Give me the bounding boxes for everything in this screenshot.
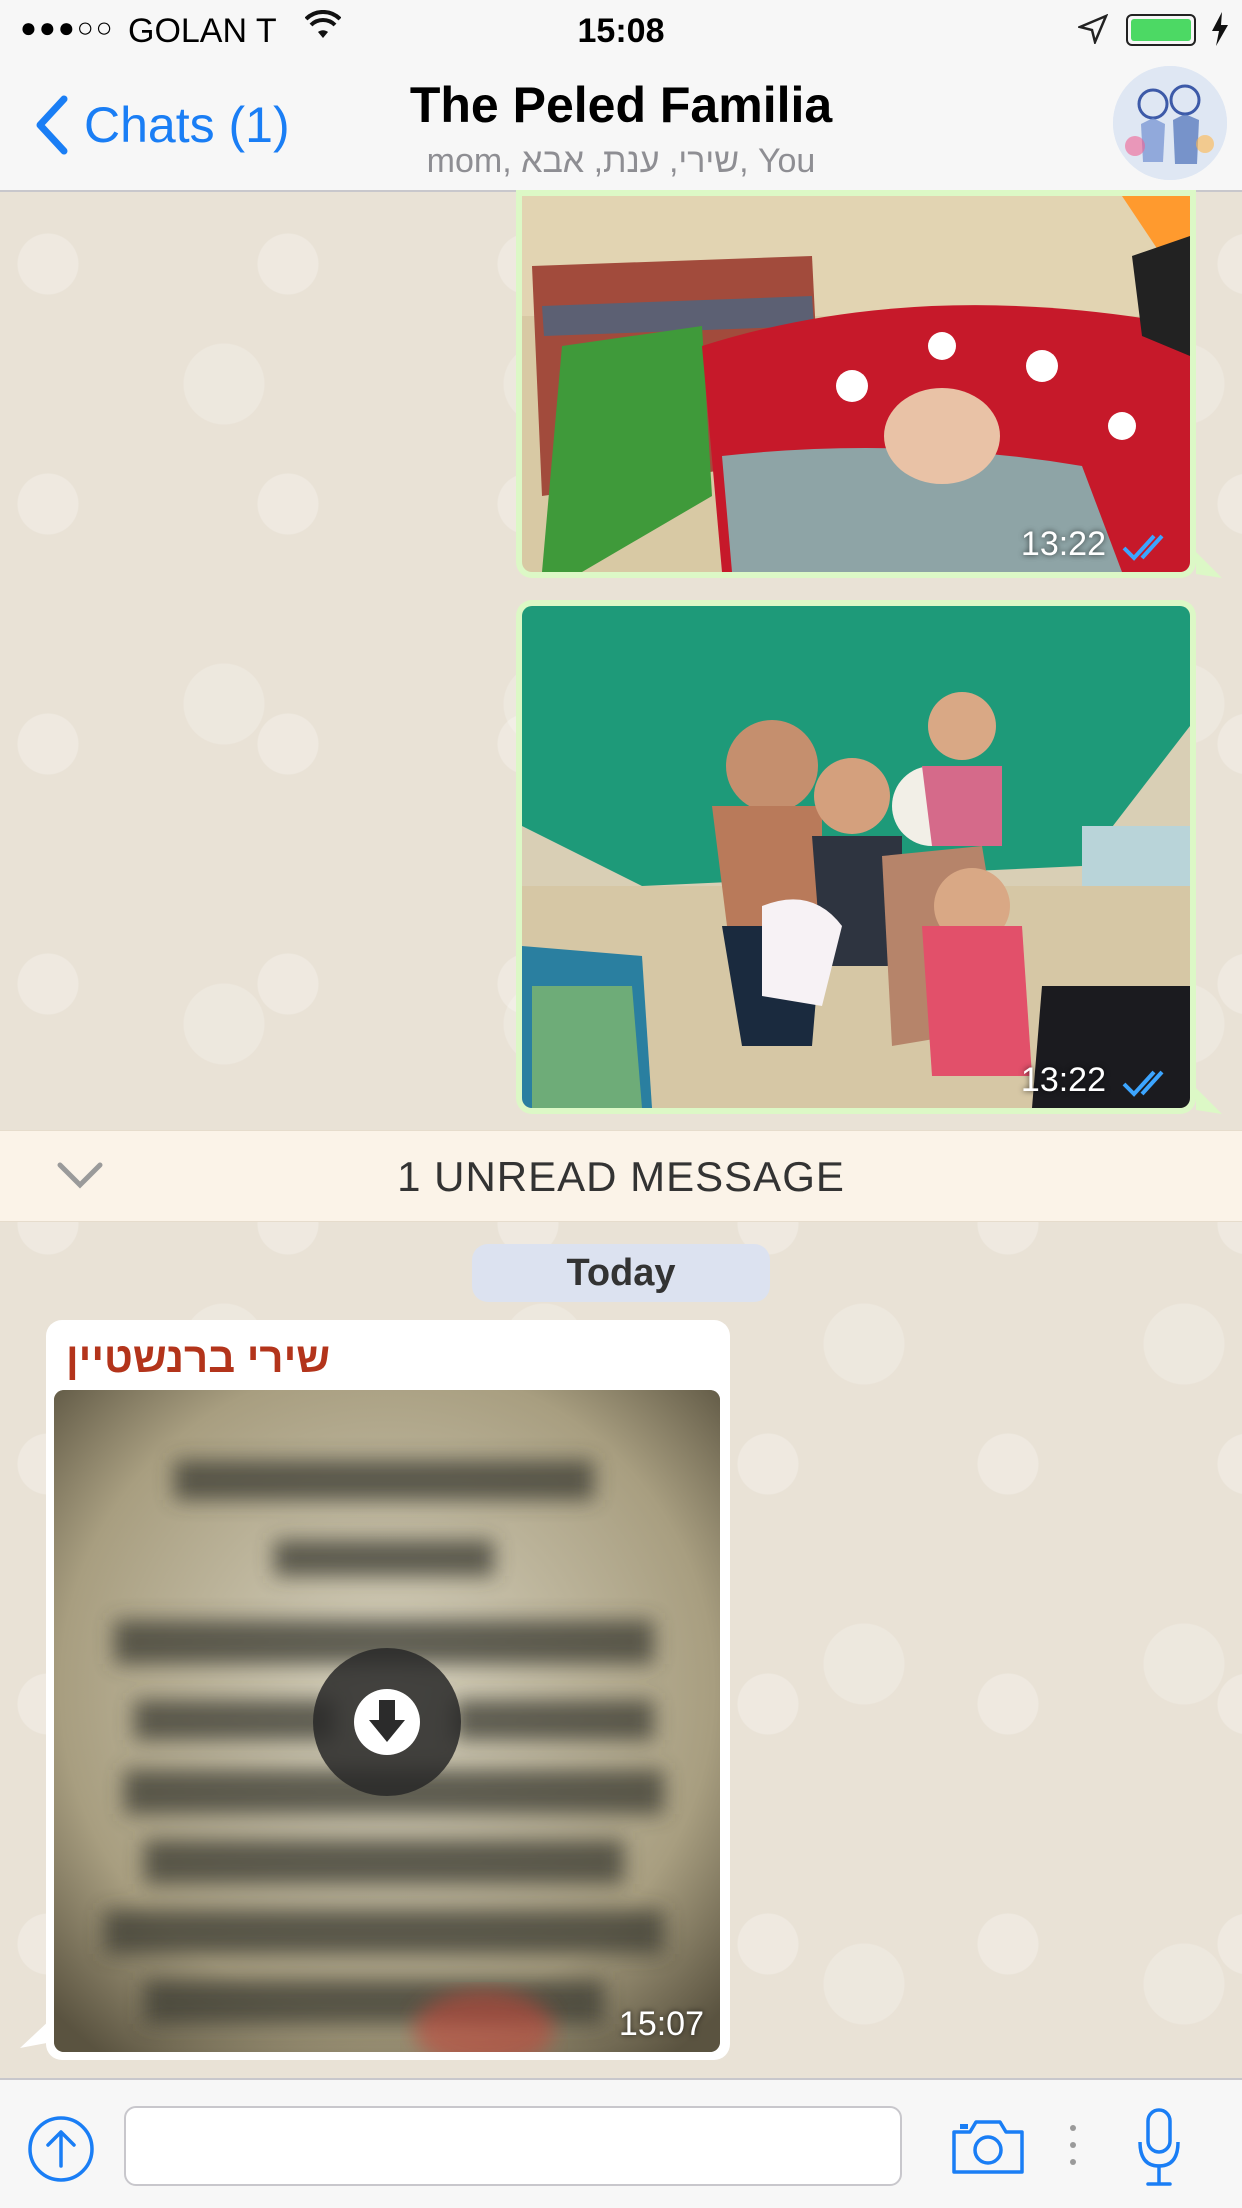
microphone-icon[interactable] <box>1136 2106 1182 2188</box>
message-time: 13:22 <box>1020 525 1106 563</box>
bubble-tail <box>20 2018 52 2048</box>
message-bubble-outgoing: 13:22 <box>516 600 1196 1114</box>
navigation-bar: Chats (1) The Peled Familia mom, שירי, ע… <box>0 62 1242 192</box>
photo-message[interactable]: 13:22 <box>522 606 1190 1108</box>
location-arrow-icon <box>1078 14 1108 44</box>
camera-icon[interactable] <box>950 2114 1026 2178</box>
divider-dots <box>1070 2125 1076 2165</box>
message-bubble-outgoing: 13:22 <box>516 190 1196 578</box>
unread-count-label: 1 UNREAD MESSAGE <box>397 1153 845 1200</box>
group-avatar[interactable] <box>1113 66 1227 180</box>
photo-message[interactable]: 13:22 <box>522 196 1190 572</box>
date-separator: Today <box>472 1244 770 1302</box>
message-time: 15:07 <box>618 2005 704 2043</box>
upload-icon[interactable] <box>26 2114 96 2184</box>
chat-title[interactable]: The Peled Familia <box>0 76 1242 134</box>
double-check-icon <box>1122 534 1164 561</box>
clock: 15:08 <box>577 12 665 50</box>
bubble-tail <box>1196 1088 1222 1114</box>
message-text-field[interactable] <box>124 2106 902 2186</box>
photo-message-blurred[interactable]: 15:07 <box>54 1390 720 2052</box>
message-time: 13:22 <box>1020 1061 1106 1099</box>
charging-bolt-icon <box>1212 12 1228 46</box>
download-icon <box>354 1689 420 1755</box>
sender-name[interactable]: שירי ברנשטיין <box>66 1334 330 1382</box>
battery-icon <box>1126 14 1196 46</box>
download-button[interactable] <box>313 1648 461 1796</box>
message-bubble-incoming: שירי ברנשטיין 15:07 <box>46 1320 730 2060</box>
chat-participants[interactable]: mom, שירי, ענת, אבא, You <box>0 142 1242 181</box>
double-check-icon <box>1122 1070 1164 1097</box>
message-input-bar <box>0 2078 1242 2208</box>
status-bar: ●●●○○ GOLAN T 15:08 <box>0 0 1242 62</box>
unread-messages-divider: 1 UNREAD MESSAGE <box>0 1130 1242 1222</box>
bubble-tail <box>1196 552 1222 578</box>
